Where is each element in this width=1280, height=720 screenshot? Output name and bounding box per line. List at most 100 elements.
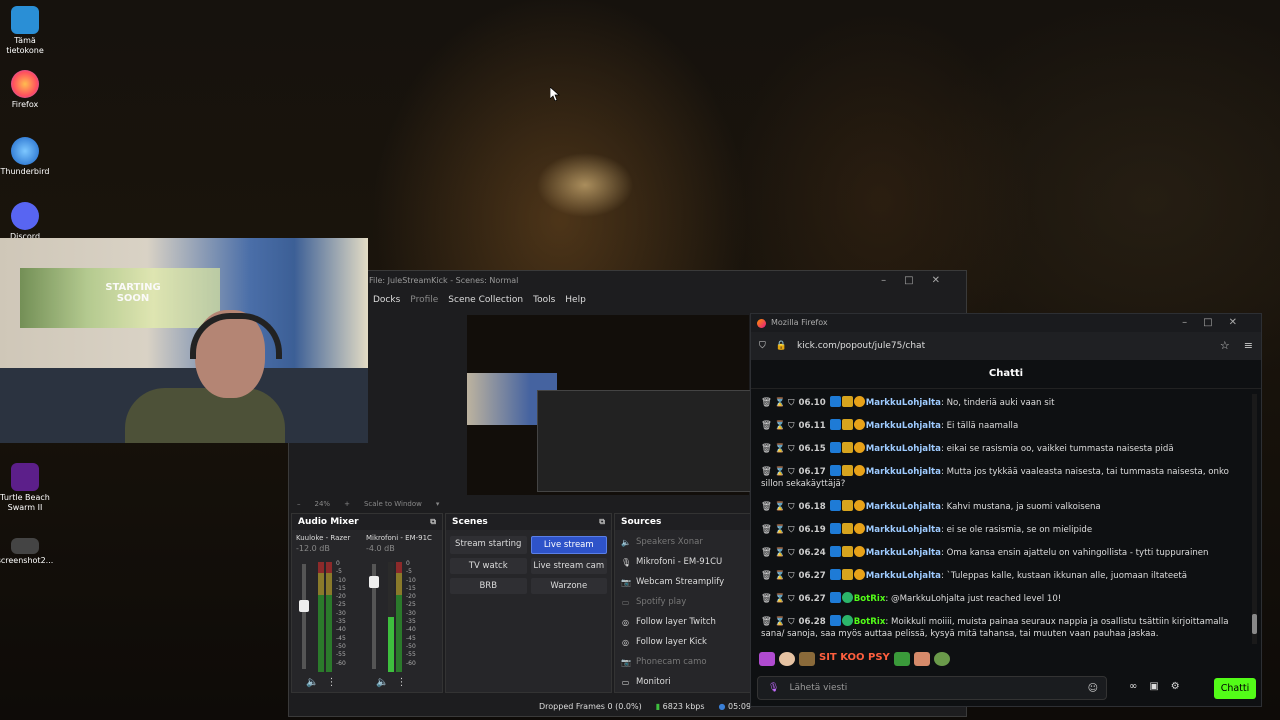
desktop-icon-thunderbird[interactable]: Thunderbird <box>0 137 55 177</box>
desktop-icon-turtle-beach[interactable]: Turtle Beach Swarm II <box>0 463 55 513</box>
menu-icon[interactable]: ≡ <box>1244 339 1253 352</box>
emote-icon[interactable] <box>799 652 815 666</box>
emote-icon[interactable] <box>779 652 795 666</box>
source-item[interactable]: ▭ Monitori <box>615 672 750 692</box>
message-username[interactable]: BotRix <box>854 594 886 604</box>
emote-text[interactable]: SIT KOO PSY <box>819 652 890 666</box>
chat-message[interactable]: 🗑 ⌛ ⛉ 06.11 MarkkuLohjalta: Ei tällä naama… <box>751 414 1247 437</box>
speaker-icon[interactable]: 🔈 <box>376 677 388 688</box>
zoom-out-button[interactable]: – <box>297 500 301 508</box>
chat-messages[interactable]: 🗑 ⌛ ⛉ 06.10 MarkkuLohjalta: No, tinderiä a… <box>751 391 1247 645</box>
menu-help[interactable]: Help <box>565 295 586 305</box>
scale-dropdown[interactable]: Scale to Window <box>364 500 422 508</box>
source-item[interactable]: ◎ Follow layer Kick <box>615 632 750 652</box>
source-item[interactable]: 📷 Phonecam camo <box>615 652 750 672</box>
source-label: Spotify play <box>636 597 687 607</box>
message-username[interactable]: MarkkuLohjalta <box>866 444 941 454</box>
scrollbar-thumb[interactable] <box>1252 614 1257 634</box>
zoom-in-button[interactable]: + <box>344 500 350 508</box>
message-actions-icon[interactable]: 🗑 ⌛ ⛉ <box>761 617 795 627</box>
microphone-icon[interactable]: 🎙 <box>768 683 779 693</box>
message-actions-icon[interactable]: 🗑 ⌛ ⛉ <box>761 571 795 581</box>
menu-profile[interactable]: Profile <box>410 295 438 305</box>
message-username[interactable]: MarkkuLohjalta <box>866 398 941 408</box>
source-item[interactable]: ▭ Spotify play <box>615 592 750 612</box>
obs-preview[interactable] <box>467 315 751 495</box>
message-actions-icon[interactable]: 🗑 ⌛ ⛉ <box>761 525 795 535</box>
message-username[interactable]: MarkkuLohjalta <box>866 548 941 558</box>
message-actions-icon[interactable]: 🗑 ⌛ ⛉ <box>761 421 795 431</box>
desktop-icon-screenshot[interactable]: screenshot2... <box>0 538 55 566</box>
scene-button[interactable]: Warzone <box>530 578 607 594</box>
chat-message[interactable]: 🗑 ⌛ ⛉ 06.15 MarkkuLohjalta: eikai se rasis… <box>751 437 1247 460</box>
chat-message[interactable]: 🗑 ⌛ ⛉ 06.18 MarkkuLohjalta: Kahvi mustana,… <box>751 495 1247 518</box>
message-actions-icon[interactable]: 🗑 ⌛ ⛉ <box>761 548 795 558</box>
undock-icon[interactable]: ⧉ <box>430 514 436 530</box>
window-controls[interactable]: –□✕ <box>881 271 958 291</box>
message-actions-icon[interactable]: 🗑 ⌛ ⛉ <box>761 594 795 604</box>
message-username[interactable]: MarkkuLohjalta <box>866 525 941 535</box>
message-actions-icon[interactable]: 🗑 ⌛ ⛉ <box>761 502 795 512</box>
more-options-icon[interactable]: ⋮ <box>326 677 336 688</box>
speaker-icon[interactable]: 🔈 <box>306 677 318 688</box>
message-actions-icon[interactable]: 🗑 ⌛ ⛉ <box>761 444 795 454</box>
chat-message[interactable]: 🗑 ⌛ ⛉ 06.27 BotRix: @MarkkuLohjalta just r… <box>751 587 1247 610</box>
scene-button[interactable]: BRB <box>450 578 527 594</box>
firefox-title-bar[interactable]: Mozilla Firefox –□✕ <box>751 314 1261 332</box>
menu-tools[interactable]: Tools <box>533 295 555 305</box>
gear-icon[interactable]: ⚙ <box>1171 681 1180 692</box>
obs-title-bar[interactable]: File: JuleStreamKick - Scenes: Normal –□… <box>289 271 966 291</box>
scene-button[interactable]: Stream starting <box>450 536 527 554</box>
emote-icon[interactable] <box>893 652 910 666</box>
message-username[interactable]: MarkkuLohjalta <box>866 502 941 512</box>
message-username[interactable]: MarkkuLohjalta <box>866 571 941 581</box>
more-options-icon[interactable]: ⋮ <box>396 677 406 688</box>
message-username[interactable]: BotRix <box>854 617 886 627</box>
crown-badge-icon <box>841 569 853 580</box>
message-username[interactable]: MarkkuLohjalta <box>866 467 941 477</box>
emote-icon[interactable] <box>913 652 930 666</box>
chat-input-placeholder[interactable]: Lähetä viesti <box>789 683 847 693</box>
source-item[interactable]: 📷 Webcam Streamplify <box>615 572 750 592</box>
undock-icon[interactable]: ⧉ <box>599 514 605 530</box>
firefox-window[interactable]: Mozilla Firefox –□✕ ⛉ 🔒 kick.com/popout/… <box>750 313 1262 707</box>
infinity-icon[interactable]: ∞ <box>1129 681 1137 692</box>
desktop-icon-firefox[interactable]: Firefox <box>0 70 55 110</box>
emoji-icon[interactable]: ☺ <box>1088 683 1098 694</box>
chat-input[interactable]: 🎙 Lähetä viesti ☺ <box>757 676 1107 700</box>
source-item[interactable]: ◎ Follow layer Twitch <box>615 612 750 632</box>
chat-message[interactable]: 🗑 ⌛ ⛉ 06.17 MarkkuLohjalta: Mutta jos tykk… <box>751 460 1247 495</box>
desktop-icon-discord[interactable]: Discord <box>0 202 55 242</box>
source-item[interactable]: 🎙 Mikrofoni - EM-91CU <box>615 552 750 572</box>
scene-button[interactable]: TV watck <box>450 558 527 574</box>
desktop-icon-this-pc[interactable]: Tämä tietokone <box>0 6 55 56</box>
chat-message[interactable]: 🗑 ⌛ ⛉ 06.10 MarkkuLohjalta: No, tinderiä a… <box>751 391 1247 414</box>
slider-knob[interactable] <box>369 576 379 588</box>
emote-icon[interactable] <box>933 652 950 666</box>
source-item[interactable]: 🔈 Speakers Xonar <box>615 532 750 552</box>
chat-message[interactable]: 🗑 ⌛ ⛉ 06.27 MarkkuLohjalta: `Tuleppas kall… <box>751 564 1247 587</box>
address-bar[interactable]: ⛉ 🔒 kick.com/popout/jule75/chat ☆ ≡ <box>751 332 1261 360</box>
star-icon[interactable]: ☆ <box>1220 339 1230 352</box>
scene-button[interactable]: Live stream cam <box>530 558 607 574</box>
chat-message[interactable]: 🗑 ⌛ ⛉ 06.28 BotRix: Moikkuli moiiii, muist… <box>751 610 1247 645</box>
message-actions-icon[interactable]: 🗑 ⌛ ⛉ <box>761 467 795 477</box>
volume-slider[interactable] <box>299 564 309 669</box>
menu-scene-collection[interactable]: Scene Collection <box>448 295 523 305</box>
gift-icon[interactable]: ▣ <box>1149 681 1158 692</box>
chat-message[interactable]: 🗑 ⌛ ⛉ 06.19 MarkkuLohjalta: ei se ole rasi… <box>751 518 1247 541</box>
scene-button-active[interactable]: Live stream <box>530 536 607 554</box>
shield-icon[interactable]: ⛉ <box>759 341 766 351</box>
url-text[interactable]: kick.com/popout/jule75/chat <box>797 341 925 351</box>
volume-slider[interactable] <box>369 564 379 669</box>
window-controls[interactable]: –□✕ <box>1182 314 1253 332</box>
menu-docks[interactable]: Docks <box>373 295 400 305</box>
message-actions-icon[interactable]: 🗑 ⌛ ⛉ <box>761 398 795 408</box>
slider-knob[interactable] <box>299 600 309 612</box>
emote-icon[interactable] <box>759 652 775 666</box>
chat-message[interactable]: 🗑 ⌛ ⛉ 06.24 MarkkuLohjalta: Oma kansa ensi… <box>751 541 1247 564</box>
message-username[interactable]: MarkkuLohjalta <box>866 421 941 431</box>
send-chat-button[interactable]: Chatti <box>1214 678 1256 699</box>
chat-scrollbar[interactable] <box>1252 394 1257 644</box>
chevron-down-icon[interactable]: ▾ <box>436 500 440 508</box>
